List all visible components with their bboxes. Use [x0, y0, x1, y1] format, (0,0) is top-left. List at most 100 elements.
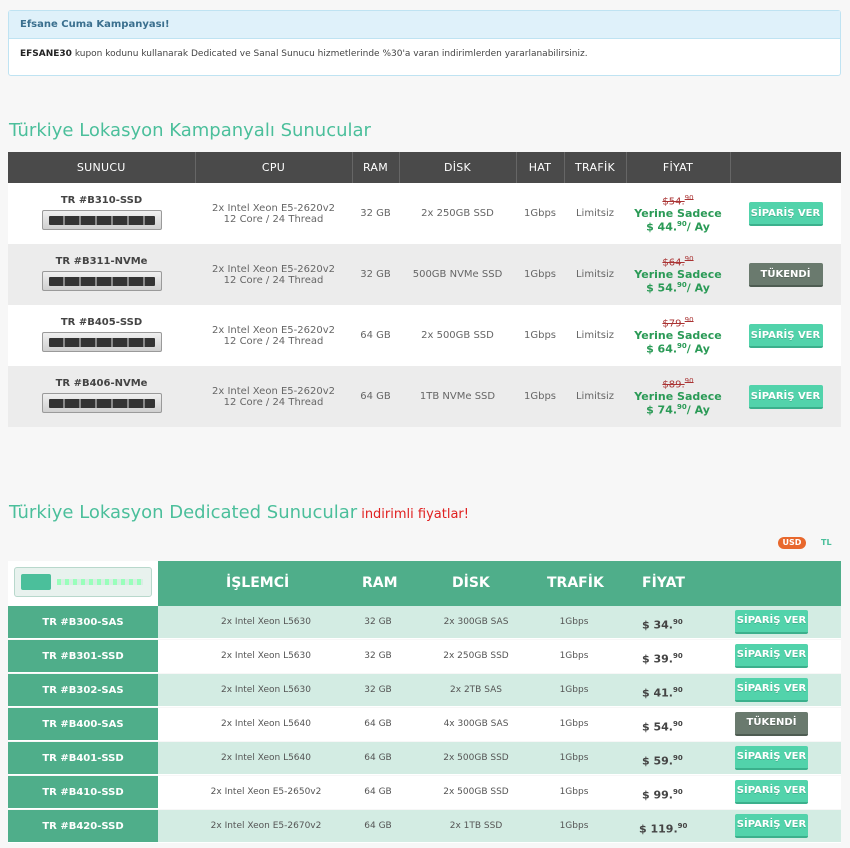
new-price: $ 64.90/ Ay	[646, 341, 710, 356]
table-row: TR #B405-SSD 2x Intel Xeon E5-2620v2 12 C…	[8, 305, 841, 366]
traffic-value: 1Gbps	[559, 719, 589, 729]
server-name: TR #B401-SSD	[8, 742, 158, 775]
line-value: 1Gbps	[516, 305, 564, 366]
server-name: TR #B300-SAS	[8, 606, 158, 639]
cpu-model: 2x Intel Xeon E5-2620v2	[212, 202, 335, 214]
server-rack-image	[41, 331, 162, 352]
ram-value: 64 GB	[352, 305, 399, 366]
col-header-cpu: CPU	[195, 152, 353, 183]
traffic-value: Limitsiz	[564, 183, 626, 244]
disk-value: 2x 250GB SSD	[443, 651, 509, 661]
order-button[interactable]: SİPARİŞ VER	[748, 323, 823, 348]
ram-value: 64 GB	[364, 719, 392, 729]
server-name: TR #B405-SSD	[60, 316, 143, 328]
new-price: $ 74.90/ Ay	[646, 402, 710, 417]
campaign-section-title: Türkiye Lokasyon Kampanyalı Sunucular	[9, 120, 371, 141]
disk-value: 500GB NVMe SSD	[399, 244, 516, 305]
cpu-value: 2x Intel Xeon L5640	[221, 753, 311, 763]
sold-out-button[interactable]: TÜKENDİ	[748, 262, 823, 287]
cpu-value: 2x Intel Xeon L5640	[221, 719, 311, 729]
order-button[interactable]: SİPARİŞ VER	[735, 678, 808, 702]
notice-title: Efsane Cuma Kampanyası!	[9, 11, 840, 39]
col-header-action	[730, 152, 841, 183]
server-name: TR #B301-SSD	[8, 640, 158, 673]
traffic-value: 1Gbps	[559, 787, 589, 797]
table-row: TR #B401-SSD 2x Intel Xeon L5640 64 GB 2x 5…	[8, 742, 841, 775]
order-button[interactable]: SİPARİŞ VER	[748, 384, 823, 409]
col-header-price: FİYAT	[642, 575, 685, 591]
cpu-value: 2x Intel Xeon L5630	[221, 685, 311, 695]
coupon-code: EFSANE30	[20, 49, 72, 59]
table-row: TR #B310-SSD 2x Intel Xeon E5-2620v2 12 C…	[8, 183, 841, 244]
disk-value: 2x 2TB SAS	[450, 685, 502, 695]
new-price: $ 54.90/ Ay	[646, 280, 710, 295]
new-price: $ 44.90/ Ay	[646, 219, 710, 234]
disk-value: 2x 300GB SAS	[443, 617, 509, 627]
col-header-disk: DİSK	[452, 575, 490, 591]
table-row: TR #B301-SSD 2x Intel Xeon L5630 32 GB 2x 2…	[8, 640, 841, 673]
col-header-server: SUNUCU	[8, 152, 196, 183]
disk-value: 2x 500GB SSD	[443, 787, 509, 797]
order-button[interactable]: SİPARİŞ VER	[735, 780, 808, 804]
old-price: $89.90	[662, 376, 694, 390]
col-header-ram: RAM	[352, 152, 400, 183]
order-button[interactable]: SİPARİŞ VER	[735, 610, 808, 634]
disk-value: 4x 300GB SAS	[443, 719, 509, 729]
currency-tl-toggle[interactable]: TL	[821, 537, 832, 549]
price-value: $ 54.90	[642, 720, 683, 734]
table-row: TR #B420-SSD 2x Intel Xeon E5-2670v2 64 GB…	[8, 810, 841, 843]
col-header-processor: İŞLEMCİ	[226, 575, 290, 591]
cpu-value: 2x Intel Xeon L5630	[221, 617, 311, 627]
ram-value: 32 GB	[352, 183, 399, 244]
old-price: $54.90	[662, 193, 694, 207]
line-value: 1Gbps	[516, 366, 564, 427]
traffic-value: 1Gbps	[559, 685, 589, 695]
price-value: $ 39.90	[642, 652, 683, 666]
dedicated-server-image	[8, 561, 158, 606]
discount-tag: indirimli fiyatlar!	[361, 507, 469, 522]
server-name: TR #B400-SAS	[8, 708, 158, 741]
campaign-notice: Efsane Cuma Kampanyası! EFSANE30 kupon k…	[8, 10, 841, 76]
disk-value: 2x 500GB SSD	[443, 753, 509, 763]
disk-value: 1TB NVMe SSD	[399, 366, 516, 427]
instead-label: Yerine Sadece	[634, 389, 722, 403]
table-row: TR #B410-SSD 2x Intel Xeon E5-2650v2 64 GB…	[8, 776, 841, 809]
table-row: TR #B311-NVMe 2x Intel Xeon E5-2620v2 12 …	[8, 244, 841, 305]
ram-value: 64 GB	[364, 821, 392, 831]
ram-value: 32 GB	[364, 685, 392, 695]
server-icon	[14, 567, 152, 597]
cpu-cores: 12 Core / 24 Thread	[223, 213, 324, 225]
traffic-value: Limitsiz	[564, 244, 626, 305]
table-row: TR #B406-NVMe 2x Intel Xeon E5-2620v2 12 …	[8, 366, 841, 427]
price-value: $ 59.90	[642, 754, 683, 768]
col-header-line: HAT	[516, 152, 565, 183]
order-button[interactable]: SİPARİŞ VER	[748, 201, 823, 226]
campaign-servers-table: SUNUCU CPU RAM DİSK HAT TRAFİK FİYAT TR …	[8, 152, 841, 427]
traffic-value: 1Gbps	[559, 617, 589, 627]
table-row: TR #B400-SAS 2x Intel Xeon L5640 64 GB 4x 3…	[8, 708, 841, 741]
server-name: TR #B302-SAS	[8, 674, 158, 707]
ram-value: 32 GB	[352, 244, 399, 305]
cpu-model: 2x Intel Xeon E5-2620v2	[212, 385, 335, 397]
price-value: $ 119.90	[639, 822, 688, 836]
notice-text: EFSANE30 kupon kodunu kullanarak Dedicat…	[20, 49, 588, 59]
instead-label: Yerine Sadece	[634, 267, 722, 281]
cpu-cores: 12 Core / 24 Thread	[223, 274, 324, 286]
currency-usd-toggle[interactable]: USD	[778, 537, 806, 549]
sold-out-button[interactable]: TÜKENDİ	[735, 712, 808, 736]
server-name: TR #B311-NVMe	[55, 255, 148, 267]
traffic-value: 1Gbps	[559, 821, 589, 831]
instead-label: Yerine Sadece	[634, 328, 722, 342]
server-name: TR #B406-NVMe	[55, 377, 148, 389]
dedicated-table-header: İŞLEMCİ RAM DİSK TRAFİK FİYAT	[158, 561, 841, 606]
traffic-value: Limitsiz	[564, 366, 626, 427]
order-button[interactable]: SİPARİŞ VER	[735, 644, 808, 668]
ram-value: 32 GB	[364, 651, 392, 661]
order-button[interactable]: SİPARİŞ VER	[735, 814, 808, 838]
old-price: $79.90	[662, 315, 694, 329]
server-rack-image	[41, 270, 162, 291]
line-value: 1Gbps	[516, 183, 564, 244]
server-name: TR #B410-SSD	[8, 776, 158, 809]
disk-value: 2x 250GB SSD	[399, 183, 516, 244]
order-button[interactable]: SİPARİŞ VER	[735, 746, 808, 770]
